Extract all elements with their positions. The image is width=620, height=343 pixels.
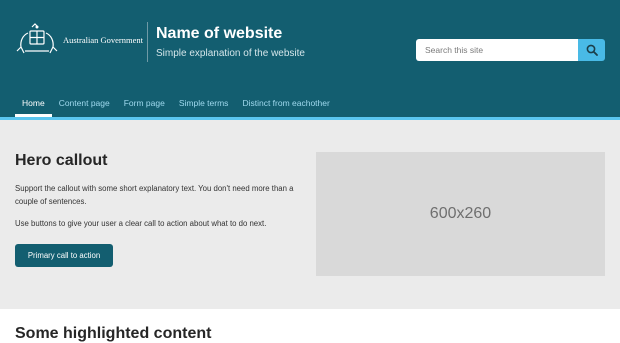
nav-item-home[interactable]: Home — [15, 94, 52, 117]
main-nav: Home Content page Form page Simple terms… — [15, 94, 337, 117]
coat-of-arms-icon — [16, 23, 58, 54]
nav-item-form-page[interactable]: Form page — [117, 94, 172, 117]
header-divider — [147, 22, 148, 62]
government-logo[interactable]: Australian Government — [15, 22, 143, 58]
nav-item-distinct[interactable]: Distinct from eachother — [235, 94, 336, 117]
search-form — [416, 39, 605, 61]
hero-paragraph: Use buttons to give your user a clear ca… — [15, 219, 267, 228]
site-header: Australian Government Name of website Si… — [0, 0, 620, 117]
nav-item-content-page[interactable]: Content page — [52, 94, 117, 117]
search-icon — [586, 44, 598, 56]
search-button[interactable] — [578, 39, 605, 61]
nav-item-simple-terms[interactable]: Simple terms — [172, 94, 236, 117]
section-heading: Some highlighted content — [15, 325, 212, 342]
hero-paragraph: Support the callout with some short expl… — [15, 184, 294, 206]
hero-title: Hero callout — [15, 152, 108, 169]
primary-cta-button[interactable]: Primary call to action — [15, 244, 113, 267]
government-label: Australian Government — [62, 35, 143, 45]
hero-image-placeholder: 600x260 — [316, 152, 605, 276]
hero-callout: Hero callout Support the callout with so… — [0, 120, 620, 309]
site-title[interactable]: Name of website — [156, 25, 282, 43]
search-input[interactable] — [416, 39, 578, 61]
site-subtitle: Simple explanation of the website — [156, 48, 305, 59]
